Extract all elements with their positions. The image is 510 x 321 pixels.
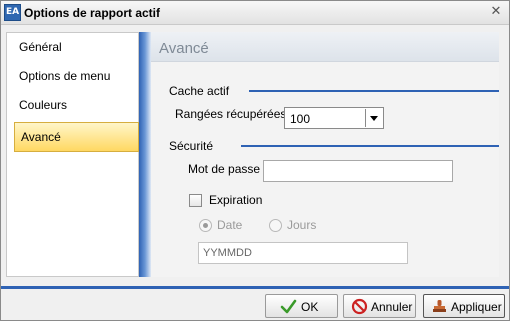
- radio-days[interactable]: [269, 219, 282, 232]
- password-field[interactable]: [263, 160, 453, 182]
- nav-item-advanced[interactable]: Avancé: [14, 122, 139, 152]
- cancel-label: Annuler: [371, 300, 413, 314]
- ok-button[interactable]: OK: [265, 294, 338, 318]
- panel-header: Avancé: [151, 32, 499, 62]
- rows-label: Rangées récupérées: [175, 107, 287, 121]
- apply-label: Appliquer: [451, 300, 502, 314]
- advanced-panel: Avancé Cache actif Rangées récupérées 10…: [151, 32, 499, 277]
- security-section-label: Sécurité: [169, 139, 214, 153]
- dialog-footer: OK Annuler Appliquer: [1, 289, 509, 320]
- expiration-label: Expiration: [209, 193, 263, 207]
- nav-item-colors[interactable]: Couleurs: [7, 91, 138, 121]
- date-format-value: YYMMDD: [203, 247, 252, 259]
- title-bar: EA Options de rapport actif ✕: [1, 1, 509, 25]
- close-icon[interactable]: ✕: [489, 5, 503, 19]
- radio-days-label: Jours: [287, 218, 317, 232]
- cancel-button[interactable]: Annuler: [343, 294, 416, 318]
- security-section-line: [241, 145, 499, 147]
- rows-select[interactable]: 100: [284, 107, 384, 129]
- checkmark-icon: [280, 299, 297, 314]
- date-format-field[interactable]: YYMMDD: [198, 242, 408, 264]
- password-label: Mot de passe: [188, 162, 261, 176]
- app-logo-letters: EA: [5, 7, 20, 17]
- chevron-down-icon[interactable]: [365, 109, 382, 127]
- cache-section-line: [249, 90, 499, 92]
- window-title: Options de rapport actif: [24, 6, 161, 20]
- app-logo-icon: EA: [4, 4, 21, 21]
- nav-divider: [139, 32, 151, 277]
- apply-button[interactable]: Appliquer: [423, 294, 505, 318]
- panel-title: Avancé: [159, 40, 209, 57]
- rows-select-value: 100: [290, 112, 311, 126]
- radio-date-label: Date: [217, 218, 243, 232]
- options-dialog: EA Options de rapport actif ✕ Général Op…: [0, 0, 510, 321]
- expiration-checkbox[interactable]: [189, 194, 202, 207]
- nav-item-menu-options[interactable]: Options de menu: [7, 62, 138, 92]
- no-entry-icon: [351, 298, 368, 315]
- radio-date[interactable]: [199, 219, 212, 232]
- ok-label: OK: [301, 300, 319, 314]
- nav-item-general[interactable]: Général: [7, 33, 138, 63]
- stamp-icon: [433, 300, 446, 312]
- cache-section-label: Cache actif: [169, 84, 230, 98]
- options-nav: Général Options de menu Couleurs Avancé: [6, 32, 139, 277]
